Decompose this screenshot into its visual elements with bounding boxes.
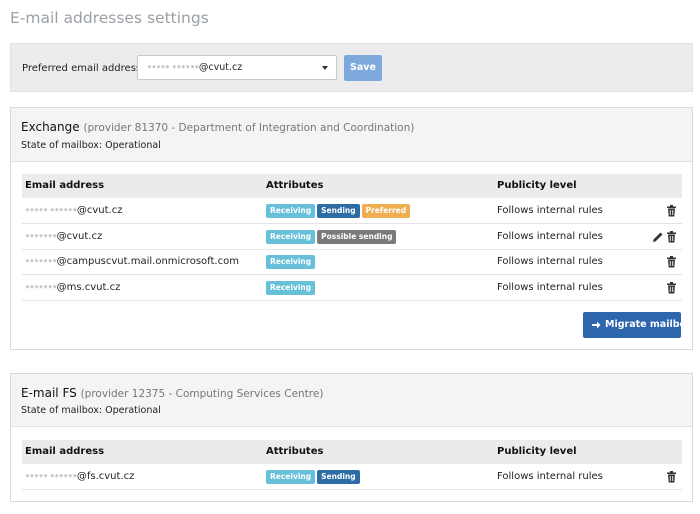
badge-receiving: Receiving (266, 470, 316, 484)
mailbox-state: State of mailbox: Operational (21, 405, 161, 416)
masked-text: ••••••• (25, 282, 57, 293)
mailbox-name: Exchange (21, 120, 80, 134)
preferred-email-section: Preferred email address: ••••• ••••••@cv… (10, 43, 693, 92)
badge-sending: Sending (317, 470, 360, 484)
email-address: ••••• ••••••@fs.cvut.cz (25, 471, 134, 482)
row-actions (650, 230, 678, 243)
emailfs-panel-header: E-mail FS (provider 12375 - Computing Se… (11, 374, 692, 427)
trash-icon[interactable] (666, 205, 678, 217)
email-domain: @ms.cvut.cz (56, 281, 121, 293)
row-actions (664, 256, 678, 268)
trash-icon[interactable] (666, 256, 678, 268)
column-publicity: Publicity level (497, 446, 577, 457)
mailbox-name: E-mail FS (21, 386, 77, 400)
column-email: Email address (25, 446, 105, 457)
mailbox-state: State of mailbox: Operational (21, 140, 161, 151)
table-row: •••••••@ms.cvut.cz Receiving Follows inter… (22, 276, 682, 301)
mailbox-provider: (provider 81370 - Department of Integrat… (83, 122, 415, 134)
publicity-level: Follows internal rules (497, 230, 603, 242)
preferred-email-domain: @cvut.cz (198, 62, 243, 73)
email-domain: @cvut.cz (76, 205, 123, 216)
table-row: •••••••@cvut.cz Receiving Possible sending… (22, 225, 682, 250)
trash-icon[interactable] (666, 281, 678, 294)
migrate-mailbox-label: Migrate mailbox (605, 319, 693, 330)
masked-text: ••••••• (25, 257, 57, 267)
exchange-mailbox-panel: Exchange (provider 81370 - Department of… (10, 107, 693, 350)
masked-text: ••••••• (25, 231, 57, 242)
table-header: Email address Attributes Publicity level (22, 174, 682, 198)
column-attributes: Attributes (266, 446, 324, 457)
exchange-panel-title: Exchange (provider 81370 - Department of… (21, 120, 414, 134)
trash-icon[interactable] (666, 471, 678, 483)
attribute-badges: Receiving Possible sending (266, 229, 398, 244)
email-address: •••••••@ms.cvut.cz (25, 282, 120, 293)
attribute-badges: Receiving Sending (266, 470, 362, 484)
emailfs-mailbox-panel: E-mail FS (provider 12375 - Computing Se… (10, 373, 693, 502)
badge-preferred: Preferred (361, 204, 411, 218)
masked-text: ••••• •••••• (147, 63, 199, 73)
badge-receiving: Receiving (266, 204, 316, 218)
column-attributes: Attributes (266, 180, 324, 191)
exchange-panel-header: Exchange (provider 81370 - Department of… (11, 108, 692, 162)
table-row: ••••• ••••••@cvut.cz Receiving Sending Pref… (22, 199, 682, 224)
badge-receiving: Receiving (266, 229, 316, 244)
badge-sending: Sending (317, 204, 360, 218)
email-domain: @campuscvut.mail.onmicrosoft.com (56, 256, 239, 267)
pencil-icon[interactable] (652, 231, 664, 243)
table-row: •••••••@campuscvut.mail.onmicrosoft.com R… (22, 250, 682, 275)
migrate-mailbox-button[interactable]: Migrate mailbox (583, 312, 692, 338)
badge-possible-sending: Possible sending (317, 229, 397, 244)
chevron-down-icon (322, 66, 328, 70)
arrow-right-icon (592, 321, 601, 328)
attribute-badges: Receiving (266, 255, 317, 269)
email-domain: @cvut.cz (56, 230, 103, 242)
email-address: •••••••@campuscvut.mail.onmicrosoft.com (25, 256, 239, 267)
badge-receiving: Receiving (266, 255, 316, 269)
email-domain: @fs.cvut.cz (76, 471, 135, 482)
mailbox-provider: (provider 12375 - Computing Services Cen… (80, 388, 324, 400)
email-address: ••••• ••••••@cvut.cz (25, 205, 122, 216)
table-header: Email address Attributes Publicity level (22, 440, 682, 464)
row-actions (664, 281, 678, 294)
publicity-level: Follows internal rules (497, 256, 603, 267)
column-publicity: Publicity level (497, 180, 577, 191)
emailfs-panel-title: E-mail FS (provider 12375 - Computing Se… (21, 386, 323, 400)
row-actions (664, 205, 678, 217)
email-address: •••••••@cvut.cz (25, 231, 102, 242)
column-email: Email address (25, 180, 105, 191)
save-button[interactable]: Save (344, 55, 382, 81)
badge-receiving: Receiving (266, 280, 316, 295)
publicity-level: Follows internal rules (497, 205, 603, 216)
masked-text: ••••• •••••• (25, 206, 77, 216)
trash-icon[interactable] (666, 230, 678, 243)
preferred-email-value: ••••• ••••••@cvut.cz (147, 62, 242, 73)
publicity-level: Follows internal rules (497, 471, 603, 482)
page-title: E-mail addresses settings (10, 9, 209, 27)
table-row: ••••• ••••••@fs.cvut.cz Receiving Sending F… (22, 465, 682, 490)
publicity-level: Follows internal rules (497, 281, 603, 293)
preferred-email-select[interactable]: ••••• ••••••@cvut.cz (137, 55, 337, 80)
masked-text: ••••• •••••• (25, 472, 77, 482)
row-actions (664, 471, 678, 483)
preferred-email-label: Preferred email address: (22, 63, 145, 74)
attribute-badges: Receiving Sending Preferred (266, 204, 412, 218)
attribute-badges: Receiving (266, 280, 317, 295)
